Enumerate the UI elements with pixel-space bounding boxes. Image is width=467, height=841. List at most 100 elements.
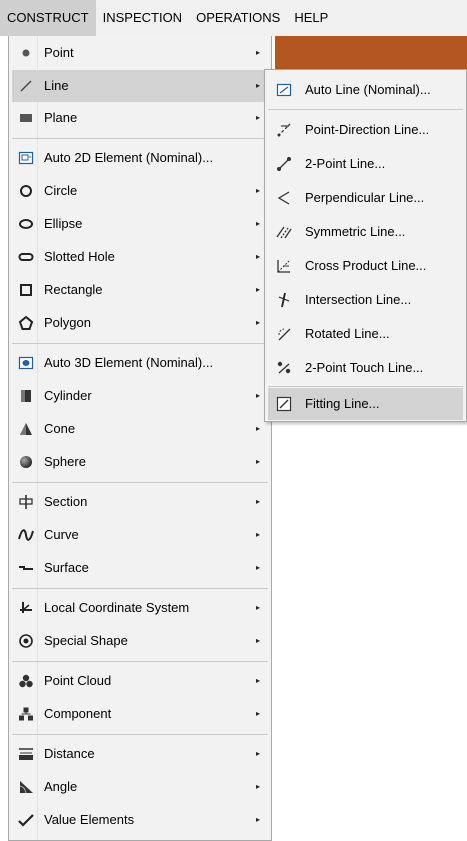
menu-item-point-cloud[interactable]: Point Cloud ▸	[12, 665, 268, 697]
ellipse-icon	[18, 216, 34, 232]
menu-item-label: Rectangle	[44, 282, 103, 297]
menu-item-sphere[interactable]: Sphere ▸	[12, 446, 268, 478]
slotted-hole-icon	[18, 249, 34, 265]
submenu-arrow-icon: ▸	[255, 636, 260, 645]
menu-item-plane[interactable]: Plane ▸	[12, 102, 268, 134]
submenu-item-perpendicular-line[interactable]: Perpendicular Line...	[268, 182, 463, 214]
line-icon	[18, 78, 34, 94]
auto-2d-element-icon	[18, 150, 34, 166]
submenu-item-2-point-touch-line[interactable]: 2-Point Touch Line...	[268, 352, 463, 384]
special-shape-icon	[18, 633, 34, 649]
submenu-arrow-icon: ▸	[255, 48, 260, 57]
submenu-arrow-icon: ▸	[255, 676, 260, 685]
polygon-icon	[18, 315, 34, 331]
point-direction-line-icon	[276, 122, 292, 138]
rotated-line-icon	[276, 326, 292, 342]
submenu-item-label: Cross Product Line...	[305, 258, 427, 273]
submenu-item-symmetric-line[interactable]: Symmetric Line...	[268, 216, 463, 248]
submenu-arrow-icon: ▸	[255, 285, 260, 294]
menu-item-label: Point Cloud	[44, 673, 112, 688]
submenu-item-2-point-line[interactable]: 2-Point Line...	[268, 148, 463, 180]
menu-item-cone[interactable]: Cone ▸	[12, 413, 268, 445]
menu-item-label: Distance	[44, 746, 95, 761]
menu-item-label: Ellipse	[44, 216, 83, 231]
submenu-arrow-icon: ▸	[255, 318, 260, 327]
menu-item-curve[interactable]: Curve ▸	[12, 519, 268, 551]
menu-item-surface[interactable]: Surface ▸	[12, 552, 268, 584]
menu-item-rectangle[interactable]: Rectangle ▸	[12, 274, 268, 306]
submenu-item-label: Perpendicular Line...	[305, 190, 425, 205]
menu-item-point[interactable]: Point ▸	[12, 37, 268, 69]
intersection-line-icon	[276, 292, 292, 308]
submenu-item-label: Point-Direction Line...	[305, 122, 430, 137]
menu-bar: CONSTRUCT INSPECTION OPERATIONS HELP	[0, 0, 467, 36]
auto-3d-element-icon	[18, 355, 34, 371]
menu-separator	[12, 734, 268, 735]
menu-separator	[268, 109, 463, 110]
menu-item-special-shape[interactable]: Special Shape ▸	[12, 625, 268, 657]
menu-item-angle[interactable]: Angle ▸	[12, 771, 268, 803]
menu-item-cylinder[interactable]: Cylinder ▸	[12, 380, 268, 412]
menu-item-label: Angle	[44, 779, 78, 794]
menu-item-component[interactable]: Component ▸	[12, 698, 268, 730]
submenu-item-fitting-line[interactable]: Fitting Line...	[268, 388, 463, 420]
submenu-item-cross-product-line[interactable]: Cross Product Line...	[268, 250, 463, 282]
submenu-arrow-icon: ▸	[255, 497, 260, 506]
menu-item-label: Value Elements	[44, 812, 135, 827]
menu-separator	[12, 343, 268, 344]
submenu-item-rotated-line[interactable]: Rotated Line...	[268, 318, 463, 350]
menu-separator	[12, 482, 268, 483]
submenu-arrow-icon: ▸	[255, 81, 260, 90]
submenu-arrow-icon: ▸	[255, 113, 260, 122]
plane-icon	[18, 110, 34, 126]
menu-help[interactable]: HELP	[287, 0, 335, 36]
menu-item-distance[interactable]: Distance ▸	[12, 738, 268, 770]
menu-item-polygon[interactable]: Polygon ▸	[12, 307, 268, 339]
submenu-arrow-icon: ▸	[255, 603, 260, 612]
submenu-item-label: 2-Point Line...	[305, 156, 386, 171]
submenu-item-label: Fitting Line...	[305, 396, 380, 411]
menu-inspection[interactable]: INSPECTION	[96, 0, 189, 36]
submenu-item-label: Auto Line (Nominal)...	[305, 82, 431, 97]
submenu-item-label: Symmetric Line...	[305, 224, 406, 239]
two-point-touch-line-icon	[276, 360, 292, 376]
menu-item-label: Section	[44, 494, 88, 509]
sphere-icon	[18, 454, 34, 470]
section-icon	[18, 494, 34, 510]
surface-icon	[18, 560, 34, 576]
rectangle-icon	[18, 282, 34, 298]
submenu-item-intersection-line[interactable]: Intersection Line...	[268, 284, 463, 316]
application-header-strip	[275, 36, 467, 69]
submenu-item-point-direction-line[interactable]: Point-Direction Line...	[268, 114, 463, 146]
menu-operations[interactable]: OPERATIONS	[189, 0, 287, 36]
submenu-arrow-icon: ▸	[255, 391, 260, 400]
menu-item-line[interactable]: Line ▸	[12, 70, 268, 102]
point-dot-icon	[18, 45, 34, 61]
menu-item-auto-2d-element[interactable]: Auto 2D Element (Nominal)...	[12, 142, 268, 174]
menu-item-auto-3d-element[interactable]: Auto 3D Element (Nominal)...	[12, 347, 268, 379]
menu-separator	[268, 386, 463, 387]
menu-item-label: Sphere	[44, 454, 86, 469]
submenu-arrow-icon: ▸	[255, 424, 260, 433]
menu-item-ellipse[interactable]: Ellipse ▸	[12, 208, 268, 240]
distance-icon	[18, 746, 34, 762]
menu-item-section[interactable]: Section ▸	[12, 486, 268, 518]
menu-item-value-elements[interactable]: Value Elements ▸	[12, 804, 268, 836]
menu-construct[interactable]: CONSTRUCT	[0, 0, 96, 36]
menu-item-label: Plane	[44, 110, 78, 125]
submenu-item-auto-line[interactable]: Auto Line (Nominal)...	[268, 74, 463, 106]
submenu-arrow-icon: ▸	[255, 749, 260, 758]
auto-line-icon	[276, 82, 292, 98]
submenu-item-label: 2-Point Touch Line...	[305, 360, 424, 375]
menu-separator	[12, 588, 268, 589]
submenu-arrow-icon: ▸	[255, 815, 260, 824]
menu-item-circle[interactable]: Circle ▸	[12, 175, 268, 207]
menu-separator	[12, 138, 268, 139]
menu-item-slotted-hole[interactable]: Slotted Hole ▸	[12, 241, 268, 273]
two-point-line-icon	[276, 156, 292, 172]
cross-product-line-icon	[276, 258, 292, 274]
menu-item-label: Auto 3D Element (Nominal)...	[44, 355, 214, 370]
menu-item-label: Circle	[44, 183, 78, 198]
menu-item-local-coordinate-system[interactable]: Local Coordinate System ▸	[12, 592, 268, 624]
curve-icon	[18, 527, 34, 543]
